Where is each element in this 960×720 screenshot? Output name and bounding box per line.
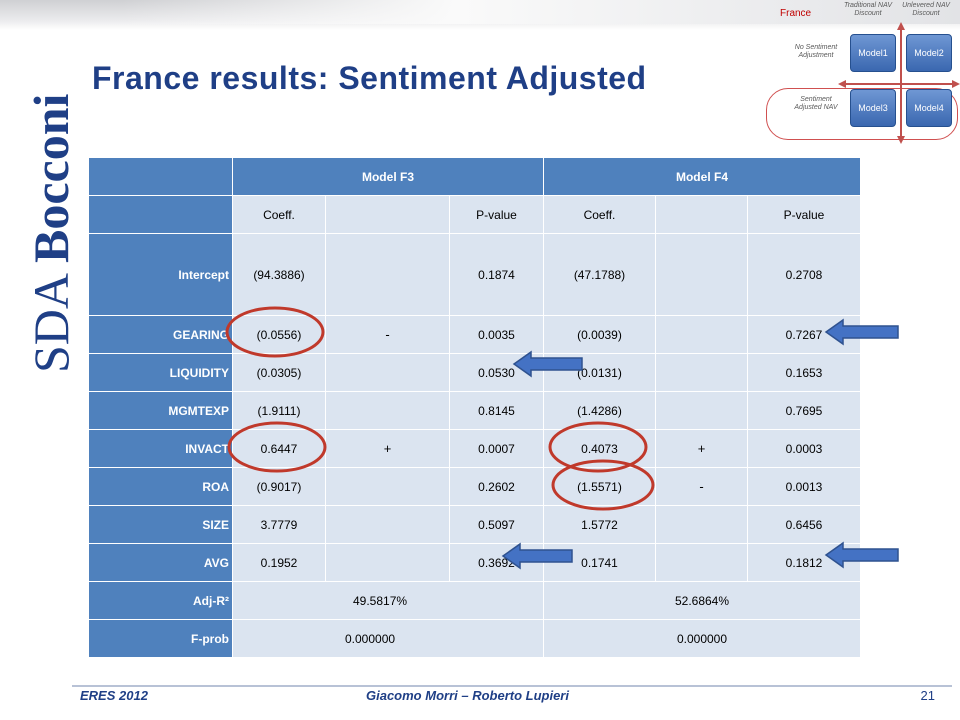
f3-sign bbox=[325, 353, 450, 392]
slide-title: France results: Sentiment Adjusted bbox=[92, 60, 647, 96]
f3-coeff: 3.7779 bbox=[232, 505, 326, 544]
model3-box: Model3 bbox=[850, 89, 896, 127]
subheader-corner bbox=[88, 195, 233, 234]
table-row: AVG 0.1952 0.3692 0.1741 0.1812 bbox=[88, 543, 861, 582]
f3-pvalue-header: P-value bbox=[449, 195, 544, 234]
f4-coeff-header: Coeff. bbox=[543, 195, 656, 234]
f3-sign: + bbox=[325, 429, 450, 468]
table-row: GEARING (0.0556) - 0.0035 (0.0039) 0.726… bbox=[88, 315, 861, 354]
f4-sign: - bbox=[655, 467, 748, 506]
f4-coeff: (47.1788) bbox=[543, 233, 656, 316]
f4-sign bbox=[655, 233, 748, 316]
model-f3-header: Model F3 bbox=[232, 157, 544, 196]
row-label: ROA bbox=[88, 467, 233, 506]
f3-coeff: (0.0556) bbox=[232, 315, 326, 354]
f3-coeff: (1.9111) bbox=[232, 391, 326, 430]
f4-coeff: (1.5571) bbox=[543, 467, 656, 506]
row-label: GEARING bbox=[88, 315, 233, 354]
f4-sign bbox=[655, 391, 748, 430]
row-label: LIQUIDITY bbox=[88, 353, 233, 392]
f3-coeff: 0.6447 bbox=[232, 429, 326, 468]
f3-sign bbox=[325, 233, 450, 316]
sda-bocconi-logo: SDA Bocconi bbox=[23, 93, 79, 373]
f4-coeff: 0.1741 bbox=[543, 543, 656, 582]
f4-pvalue: 0.0013 bbox=[747, 467, 861, 506]
f3-coeff: (0.0305) bbox=[232, 353, 326, 392]
f4-sign: + bbox=[655, 429, 748, 468]
table-corner bbox=[88, 157, 233, 196]
model-f4-header: Model F4 bbox=[543, 157, 861, 196]
table-row: LIQUIDITY (0.0305) 0.0530 (0.0131) 0.165… bbox=[88, 353, 861, 392]
f4-coeff: (0.0131) bbox=[543, 353, 656, 392]
table-row: ROA (0.9017) 0.2602 (1.5571) - 0.0013 bbox=[88, 467, 861, 506]
model2-box: Model2 bbox=[906, 34, 952, 72]
f4-pvalue: 0.1812 bbox=[747, 543, 861, 582]
logo-text-sda: SDA bbox=[23, 273, 79, 373]
footer-conference: ERES 2012 bbox=[80, 688, 148, 703]
f3-sign-header bbox=[325, 195, 450, 234]
table-row: Intercept (94.3886) 0.1874 (47.1788) 0.2… bbox=[88, 233, 861, 316]
model4-box: Model4 bbox=[906, 89, 952, 127]
row-label: F-prob bbox=[88, 619, 233, 658]
f-prob-row: F-prob 0.000000 0.000000 bbox=[88, 619, 861, 658]
logo-text-bocconi: Bocconi bbox=[23, 93, 79, 263]
f4-sign bbox=[655, 505, 748, 544]
table-row: INVACT 0.6447 + 0.0007 0.4073 + 0.0003 bbox=[88, 429, 861, 468]
f4-coeff: 1.5772 bbox=[543, 505, 656, 544]
f4-sign-header bbox=[655, 195, 748, 234]
f4-coeff: (1.4286) bbox=[543, 391, 656, 430]
model1-box: Model1 bbox=[850, 34, 896, 72]
f3-pvalue: 0.5097 bbox=[449, 505, 544, 544]
f4-sign bbox=[655, 543, 748, 582]
model-diagram: France Traditional NAV Discount Unlevere… bbox=[758, 0, 960, 150]
table-header-row: Model F3 Model F4 bbox=[88, 157, 861, 196]
f3-sign: - bbox=[325, 315, 450, 354]
adj-r2-row: Adj-R² 49.5817% 52.6864% bbox=[88, 581, 861, 620]
page-number: 21 bbox=[920, 688, 935, 703]
f4-sign bbox=[655, 353, 748, 392]
f3-coeff: (0.9017) bbox=[232, 467, 326, 506]
f3-coeff: 0.1952 bbox=[232, 543, 326, 582]
table-subheader-row: Coeff. P-value Coeff. P-value bbox=[88, 195, 861, 234]
f4-pvalue: 0.1653 bbox=[747, 353, 861, 392]
f4-coeff: (0.0039) bbox=[543, 315, 656, 354]
f4-coeff: 0.4073 bbox=[543, 429, 656, 468]
f4-sign bbox=[655, 315, 748, 354]
f3-coeff-header: Coeff. bbox=[232, 195, 326, 234]
f3-pvalue: 0.3692 bbox=[449, 543, 544, 582]
f4-pvalue: 0.6456 bbox=[747, 505, 861, 544]
diagram-axes bbox=[838, 22, 960, 144]
f4-pvalue: 0.0003 bbox=[747, 429, 861, 468]
row-label: AVG bbox=[88, 543, 233, 582]
f3-pvalue: 0.0530 bbox=[449, 353, 544, 392]
table-row: SIZE 3.7779 0.5097 1.5772 0.6456 bbox=[88, 505, 861, 544]
table-row: MGMTEXP (1.9111) 0.8145 (1.4286) 0.7695 bbox=[88, 391, 861, 430]
f3-sign bbox=[325, 505, 450, 544]
f3-pvalue: 0.1874 bbox=[449, 233, 544, 316]
f4-pvalue: 0.7267 bbox=[747, 315, 861, 354]
f3-sign bbox=[325, 543, 450, 582]
f3-sign bbox=[325, 467, 450, 506]
f3-sign bbox=[325, 391, 450, 430]
f4-pvalue-header: P-value bbox=[747, 195, 861, 234]
results-table: Model F3 Model F4 Coeff. P-value Coeff. … bbox=[88, 157, 861, 658]
f3-f-prob: 0.000000 bbox=[232, 619, 544, 658]
row-label: Adj-R² bbox=[88, 581, 233, 620]
row-label: Intercept bbox=[88, 233, 233, 316]
f3-pvalue: 0.8145 bbox=[449, 391, 544, 430]
f4-pvalue: 0.2708 bbox=[747, 233, 861, 316]
row-label: INVACT bbox=[88, 429, 233, 468]
f4-adj-r2: 52.6864% bbox=[543, 581, 861, 620]
f4-f-prob: 0.000000 bbox=[543, 619, 861, 658]
f4-pvalue: 0.7695 bbox=[747, 391, 861, 430]
footer-divider bbox=[72, 685, 952, 687]
row-label: SIZE bbox=[88, 505, 233, 544]
row-label: MGMTEXP bbox=[88, 391, 233, 430]
f3-coeff: (94.3886) bbox=[232, 233, 326, 316]
footer-authors: Giacomo Morri – Roberto Lupieri bbox=[366, 688, 569, 703]
f3-adj-r2: 49.5817% bbox=[232, 581, 544, 620]
f3-pvalue: 0.0007 bbox=[449, 429, 544, 468]
f3-pvalue: 0.2602 bbox=[449, 467, 544, 506]
f3-pvalue: 0.0035 bbox=[449, 315, 544, 354]
